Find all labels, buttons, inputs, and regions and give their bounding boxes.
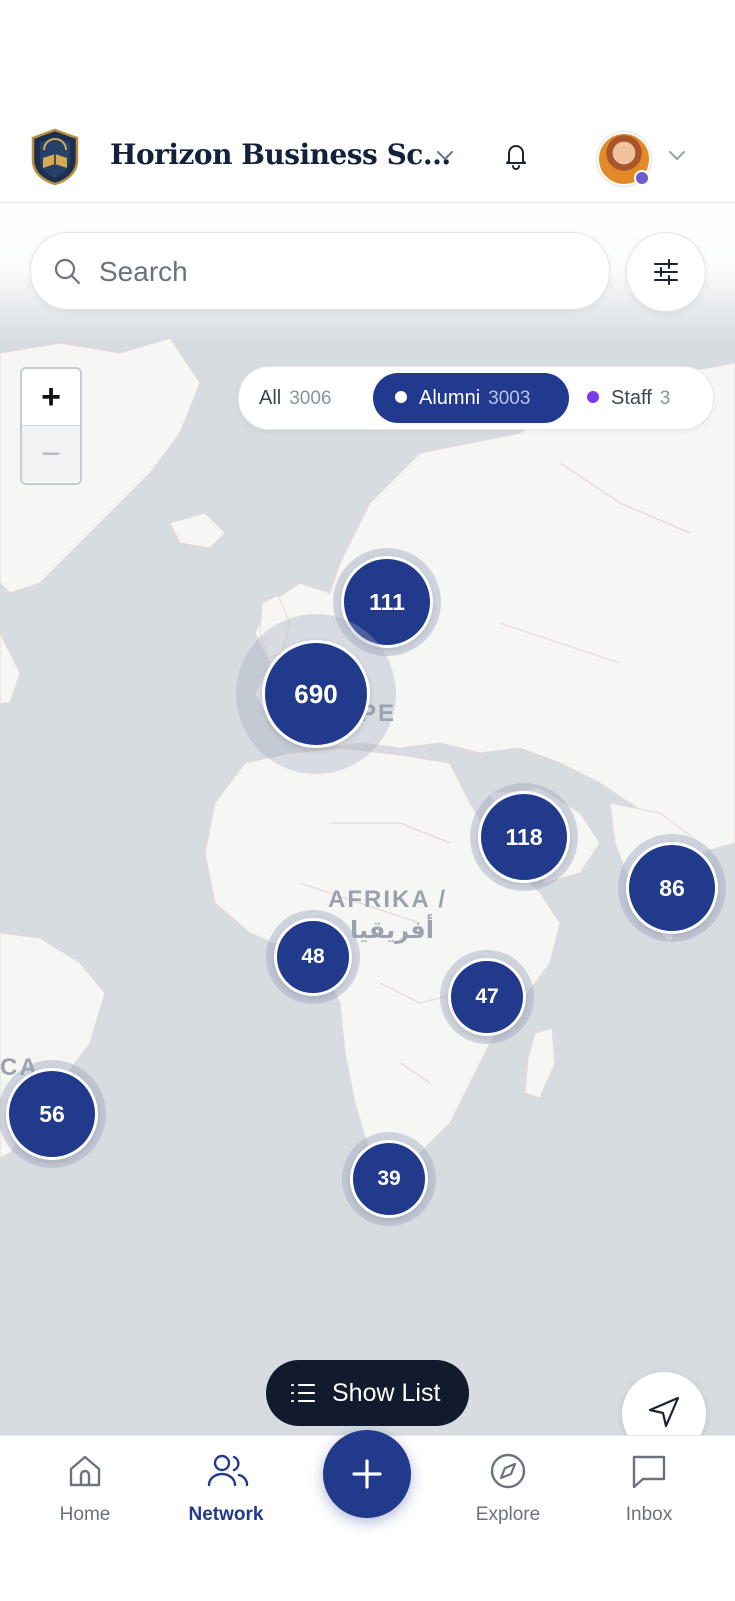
map-cluster[interactable]: 86 xyxy=(626,842,718,934)
zoom-controls: + − xyxy=(20,367,82,485)
search-input[interactable] xyxy=(97,247,581,297)
show-list-button[interactable]: Show List xyxy=(266,1360,469,1426)
map-label-africa-arabic: أفريقيا xyxy=(350,917,434,944)
sliders-icon xyxy=(654,259,678,285)
map-cluster[interactable]: 47 xyxy=(448,958,526,1036)
filter-alumni-pill[interactable]: Alumni 3003 xyxy=(373,373,569,423)
nav-label: Home xyxy=(59,1504,111,1525)
map-cluster[interactable]: 39 xyxy=(350,1140,428,1218)
nav-label: Explore xyxy=(475,1504,541,1525)
nav-label: Network xyxy=(188,1504,264,1525)
chevron-down-icon[interactable] xyxy=(432,142,458,168)
staff-dot xyxy=(587,390,599,403)
show-list-label: Show List xyxy=(332,1379,441,1407)
zoom-in-button[interactable]: + xyxy=(22,369,80,426)
nav-explore[interactable]: Explore xyxy=(453,1436,563,1546)
nav-label: Inbox xyxy=(625,1504,673,1525)
alumni-dot xyxy=(395,390,407,403)
filter-label: All xyxy=(259,387,282,409)
users-icon xyxy=(207,1454,249,1487)
map-label-africa: AFRIKA / xyxy=(328,886,448,913)
search-bar[interactable] xyxy=(30,232,610,310)
compass-icon xyxy=(490,1453,526,1489)
filter-count: 3 xyxy=(659,388,671,409)
online-status-dot xyxy=(634,170,650,186)
organization-name[interactable]: Horizon Business Sc... xyxy=(110,138,451,171)
home-icon xyxy=(69,1455,101,1487)
map-cluster[interactable]: 56 xyxy=(6,1068,98,1160)
filter-count: 3006 xyxy=(289,388,332,409)
list-icon xyxy=(291,1384,315,1402)
nav-network[interactable]: Network xyxy=(171,1436,281,1546)
map-cluster[interactable]: 48 xyxy=(274,918,352,996)
navigation-arrow-icon xyxy=(648,1396,680,1428)
app-header: Horizon Business Sc... xyxy=(0,112,735,203)
chevron-down-icon[interactable] xyxy=(664,142,690,168)
search-icon xyxy=(54,258,81,285)
school-crest-icon[interactable] xyxy=(30,128,80,186)
chat-icon xyxy=(632,1455,666,1489)
map-cluster[interactable]: 690 xyxy=(262,640,370,748)
bottom-navigation: Home Network Explore Inbox xyxy=(0,1430,735,1601)
filter-label: Staff xyxy=(611,387,652,409)
nav-home[interactable]: Home xyxy=(30,1436,140,1546)
plus-icon xyxy=(352,1459,382,1489)
filter-staff-pill[interactable]: Staff 3 xyxy=(587,373,702,423)
filter-all-pill[interactable]: All 3006 xyxy=(259,373,359,423)
member-type-filter: All 3006 Alumni 3003 Staff 3 xyxy=(238,366,714,430)
map-cluster[interactable]: 111 xyxy=(341,556,433,648)
zoom-out-button[interactable]: − xyxy=(22,426,80,482)
bell-icon[interactable] xyxy=(500,139,532,171)
nav-inbox[interactable]: Inbox xyxy=(594,1436,704,1546)
filter-label: Alumni xyxy=(419,387,481,409)
filter-button[interactable] xyxy=(626,232,706,312)
add-button[interactable] xyxy=(323,1430,411,1518)
filter-count: 3003 xyxy=(488,388,531,409)
map-cluster[interactable]: 118 xyxy=(478,791,570,883)
